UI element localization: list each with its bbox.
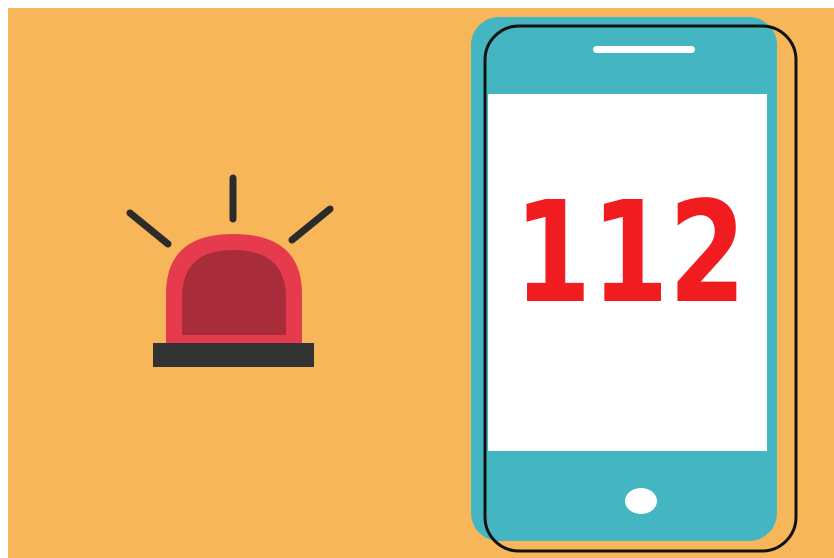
phone-speaker <box>593 46 695 53</box>
siren-dome-inner <box>182 250 286 335</box>
siren-base <box>153 343 314 367</box>
smartphone-icon: 112 <box>471 17 798 553</box>
emergency-number: 112 <box>514 172 746 335</box>
illustration-canvas: 112 <box>8 8 834 558</box>
emergency-call-illustration: 112 <box>0 0 834 558</box>
phone-home-button <box>625 488 657 514</box>
